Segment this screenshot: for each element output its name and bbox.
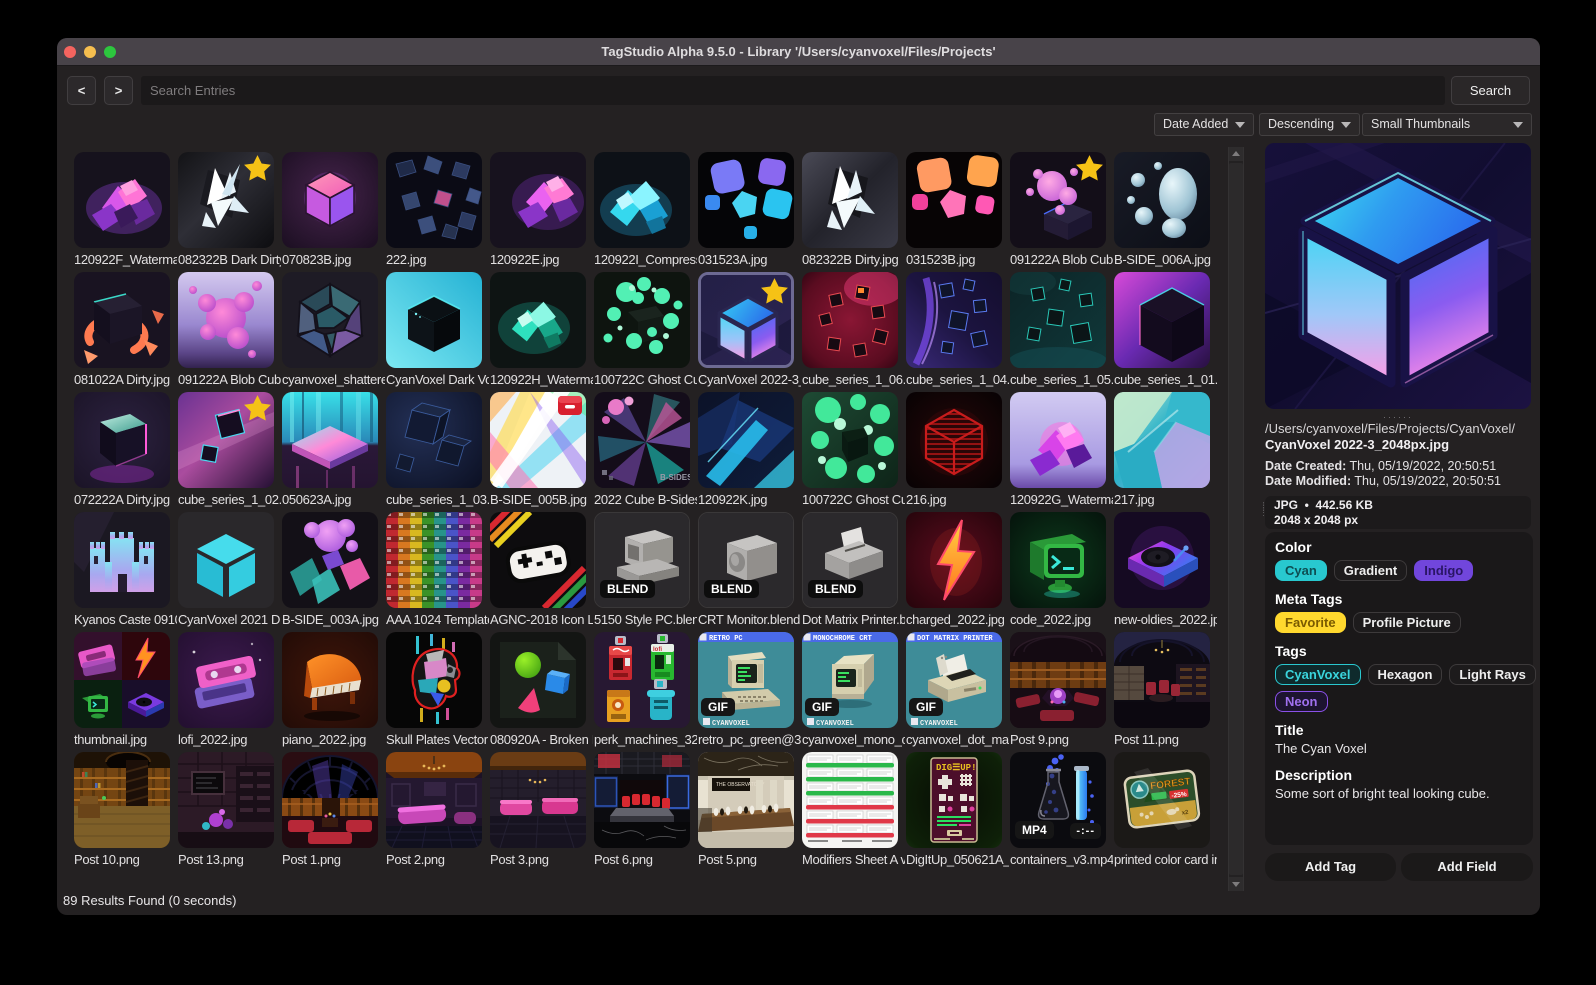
svg-text:MONOCHROME CRT: MONOCHROME CRT <box>813 635 872 643</box>
svg-text:lofi: lofi <box>653 647 662 653</box>
svg-text:B-SIDES: B-SIDES <box>660 473 690 482</box>
svg-text:RETRO PC: RETRO PC <box>709 635 743 643</box>
svg-text:CYANVOXEL: CYANVOXEL <box>816 720 854 728</box>
svg-text:CYANVOXEL: CYANVOXEL <box>920 720 958 728</box>
svg-text:CYANVOXEL: CYANVOXEL <box>712 720 750 728</box>
svg-text:DIG☰UP!: DIG☰UP! <box>936 762 976 773</box>
svg-text:DOT MATRIX PRINTER: DOT MATRIX PRINTER <box>917 635 993 643</box>
